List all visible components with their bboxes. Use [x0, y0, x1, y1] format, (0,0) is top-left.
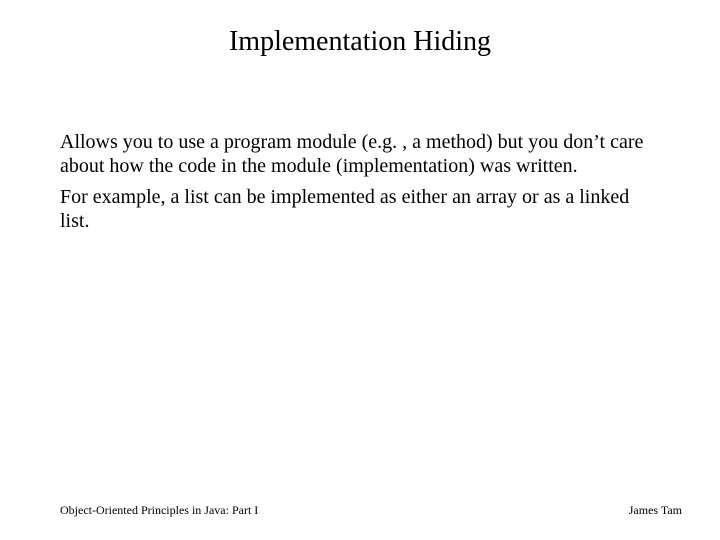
- slide-body: Allows you to use a program module (e.g.…: [60, 130, 660, 240]
- body-paragraph: For example, a list can be implemented a…: [60, 185, 660, 234]
- footer-left: Object-Oriented Principles in Java: Part…: [60, 503, 258, 518]
- footer-right: James Tam: [629, 503, 682, 518]
- body-paragraph: Allows you to use a program module (e.g.…: [60, 130, 660, 179]
- slide: Implementation Hiding Allows you to use …: [0, 0, 720, 540]
- slide-title: Implementation Hiding: [0, 26, 720, 58]
